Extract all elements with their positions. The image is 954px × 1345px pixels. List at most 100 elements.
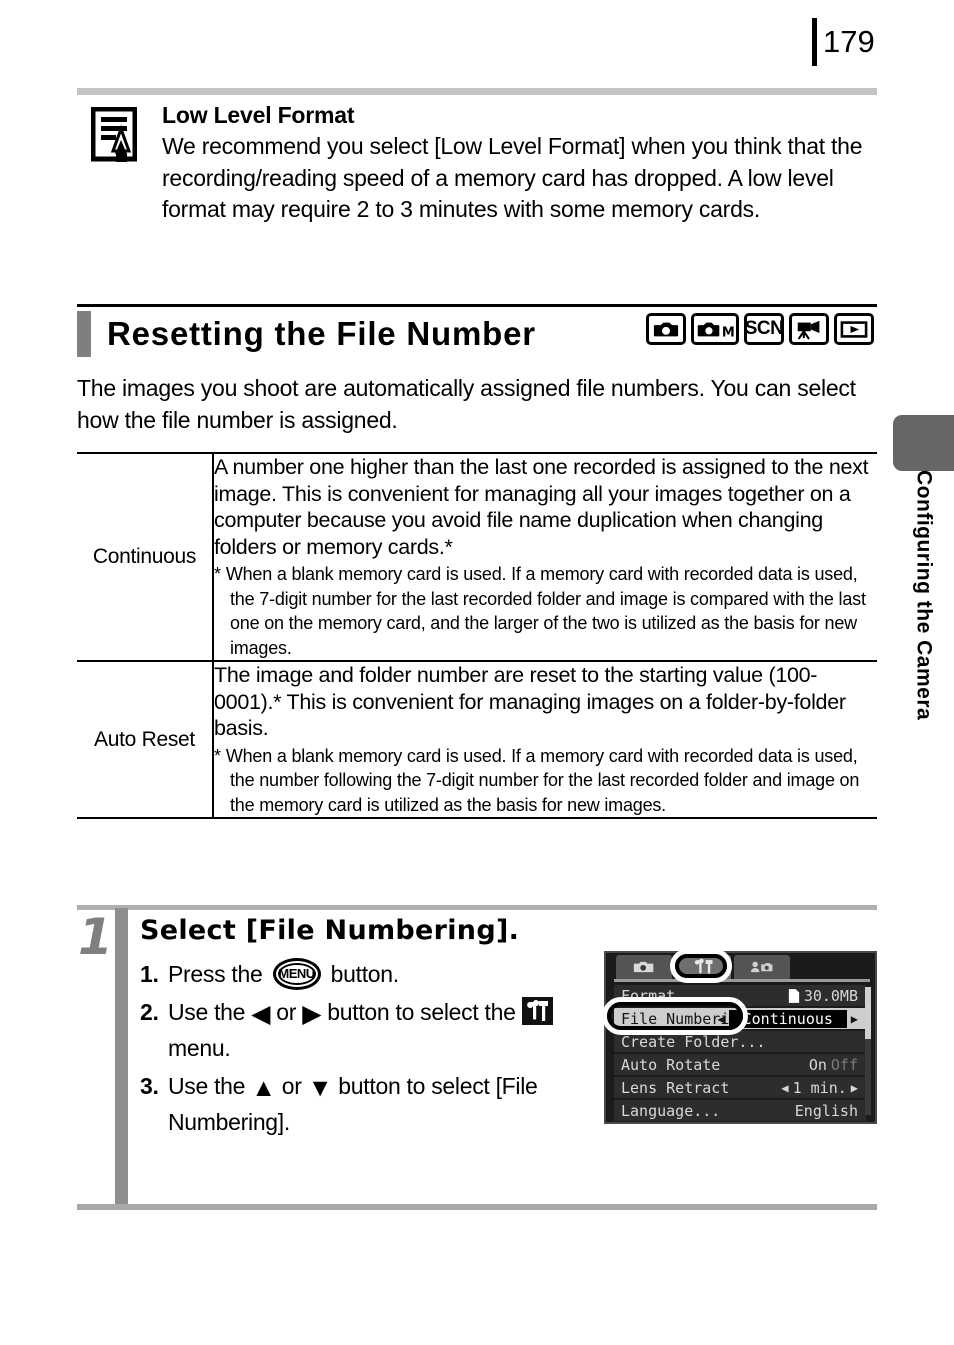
memo-pencil-icon xyxy=(90,106,138,163)
footnote-text: When a blank memory card is used. If a m… xyxy=(225,564,866,658)
tools-menu-icon xyxy=(521,997,553,1025)
scn-label: SCN xyxy=(744,318,784,339)
note-text: We recommend you select [Low Level Forma… xyxy=(162,133,863,222)
step-divider-top xyxy=(77,905,877,910)
chevron-left-icon[interactable]: ◀ xyxy=(781,1081,788,1095)
substep-number: 2. xyxy=(140,999,159,1025)
lcd-row-value: Continuous xyxy=(728,1009,847,1028)
footnote-text: When a blank memory card is used. If a m… xyxy=(225,745,860,815)
lcd-row-value-group: English xyxy=(795,1102,858,1120)
file-numbering-table: Continuous A number one higher than the … xyxy=(77,452,877,819)
lcd-scrollbar[interactable] xyxy=(865,987,871,1115)
lcd-menu-list: Format 30.0MB File Numberin ◀ Continuous… xyxy=(614,985,866,1123)
lcd-tab-camera[interactable] xyxy=(616,955,672,979)
camera-icon xyxy=(646,313,686,345)
substep-text-post: button to select the xyxy=(321,999,522,1025)
note-callout: Low Level Format We recommend you select… xyxy=(77,100,882,226)
section-header: Resetting the File Number M SCN xyxy=(77,310,877,358)
chevron-left-icon[interactable]: ◀ xyxy=(718,1012,725,1026)
lcd-row-value-group: On Off xyxy=(809,1056,858,1074)
lcd-row-value: 1 min. xyxy=(792,1078,847,1097)
section-divider xyxy=(77,304,877,307)
manual-page: 179 Low Level Format We recommend you se… xyxy=(0,0,954,1345)
substep-3: 3. Use the ▲ or ▼ button to select [File… xyxy=(140,1068,600,1140)
substep-text: Use the ▲ or ▼ button to select [File Nu… xyxy=(168,1068,600,1140)
camera-manual-icon: M xyxy=(691,313,739,345)
card-icon xyxy=(788,988,799,1003)
page-number-block: 179 xyxy=(812,18,875,66)
chapter-tab-marker xyxy=(893,415,954,471)
step-accent-bar xyxy=(115,908,128,1204)
row-main-text: A number one higher than the last one re… xyxy=(214,455,869,559)
lcd-row-file-numbering[interactable]: File Numberin ◀ Continuous ▶ xyxy=(614,1008,866,1029)
lcd-tab-mycamera[interactable] xyxy=(734,955,790,979)
lcd-row-value: English xyxy=(794,1101,858,1120)
chevron-right-icon[interactable]: ▶ xyxy=(851,1081,858,1095)
menu-button-icon: MENU xyxy=(272,958,321,990)
substep-text-tail: menu. xyxy=(168,1035,231,1061)
row-description: The image and folder number are reset to… xyxy=(213,660,877,819)
row-footnote: * When a blank memory card is used. If a … xyxy=(214,562,877,660)
playback-icon xyxy=(834,313,874,345)
lcd-row-value-on[interactable]: On xyxy=(809,1056,827,1074)
lcd-row-label: Lens Retract xyxy=(621,1078,730,1097)
substep-text-mid: or xyxy=(275,1073,308,1099)
substep-number: 1. xyxy=(140,961,159,987)
svg-text:M: M xyxy=(722,325,734,339)
mode-icon-list: M SCN xyxy=(646,313,874,345)
table-row: Auto Reset The image and folder number a… xyxy=(77,660,877,819)
substep-2: 2. Use the ◀ or ▶ button to select the m… xyxy=(140,994,600,1066)
footnote-marker: * xyxy=(214,564,221,584)
arrow-up-icon: ▲ xyxy=(251,1074,276,1102)
lcd-row-value-group: ◀ Continuous ▶ xyxy=(718,1009,858,1028)
lcd-row-value-group: ◀ 1 min. ▶ xyxy=(781,1079,858,1097)
menu-button-label: MENU xyxy=(278,966,315,981)
lcd-row-auto-rotate[interactable]: Auto Rotate On Off xyxy=(614,1054,866,1075)
lcd-row-create-folder[interactable]: Create Folder... xyxy=(614,1031,866,1052)
row-label: Continuous xyxy=(77,452,214,662)
row-description: A number one higher than the last one re… xyxy=(213,452,877,662)
substep-text-mid: or xyxy=(270,999,303,1025)
lcd-row-lens-retract[interactable]: Lens Retract ◀ 1 min. ▶ xyxy=(614,1077,866,1098)
chapter-tab-label-wrap: Configuring the Camera xyxy=(893,470,954,870)
row-footnote: * When a blank memory card is used. If a … xyxy=(214,744,877,818)
substep-text-post: button. xyxy=(324,961,400,987)
section-title: Resetting the File Number xyxy=(107,315,536,352)
step-divider-bottom xyxy=(77,1204,877,1210)
footnote-marker: * xyxy=(214,745,221,766)
lcd-tab-tools[interactable] xyxy=(675,955,731,979)
row-main-text: The image and folder number are reset to… xyxy=(214,663,846,740)
movie-icon xyxy=(789,313,829,345)
step-content: Select [File Numbering]. 1. Press the ME… xyxy=(140,915,600,1142)
lcd-row-value-group: 30.0MB xyxy=(788,987,858,1005)
chevron-right-icon[interactable]: ▶ xyxy=(851,1012,858,1026)
lcd-scrollbar-thumb[interactable] xyxy=(865,987,871,1039)
page-number-rule xyxy=(812,18,817,66)
lcd-row-value: 30.0MB xyxy=(803,986,858,1005)
substep-text-pre: Use the xyxy=(168,999,252,1025)
top-divider xyxy=(77,88,877,95)
lcd-row-label: Create Folder... xyxy=(621,1032,766,1051)
camera-lcd-screenshot: Format 30.0MB File Numberin ◀ Continuous… xyxy=(602,949,877,1124)
substep-text-pre: Use the xyxy=(168,1073,252,1099)
step-title: Select [File Numbering]. xyxy=(140,915,520,946)
note-title: Low Level Format xyxy=(162,102,355,128)
scn-icon: SCN xyxy=(744,313,784,345)
arrow-right-icon: ▶ xyxy=(302,1000,322,1028)
lcd-row-label: Format xyxy=(621,986,676,1005)
section-intro: The images you shoot are automatically a… xyxy=(77,375,856,433)
substep-number: 3. xyxy=(140,1073,159,1099)
table-row: Continuous A number one higher than the … xyxy=(77,452,877,662)
lcd-row-language[interactable]: Language... English xyxy=(614,1100,866,1121)
substep-text: Use the ◀ or ▶ button to select the menu… xyxy=(168,994,600,1066)
page-number: 179 xyxy=(823,24,875,59)
lcd-tab-bar xyxy=(616,953,793,979)
lcd-tab-underline xyxy=(614,979,870,982)
substep-text: Press the MENU button. xyxy=(168,956,600,992)
lcd-row-label: Auto Rotate xyxy=(621,1055,721,1074)
arrow-down-icon: ▼ xyxy=(307,1074,333,1102)
substep-text-pre: Press the xyxy=(168,961,269,987)
lcd-row-label: Language... xyxy=(621,1101,721,1120)
lcd-row-format[interactable]: Format 30.0MB xyxy=(614,985,866,1006)
lcd-row-value-off[interactable]: Off xyxy=(831,1056,858,1074)
